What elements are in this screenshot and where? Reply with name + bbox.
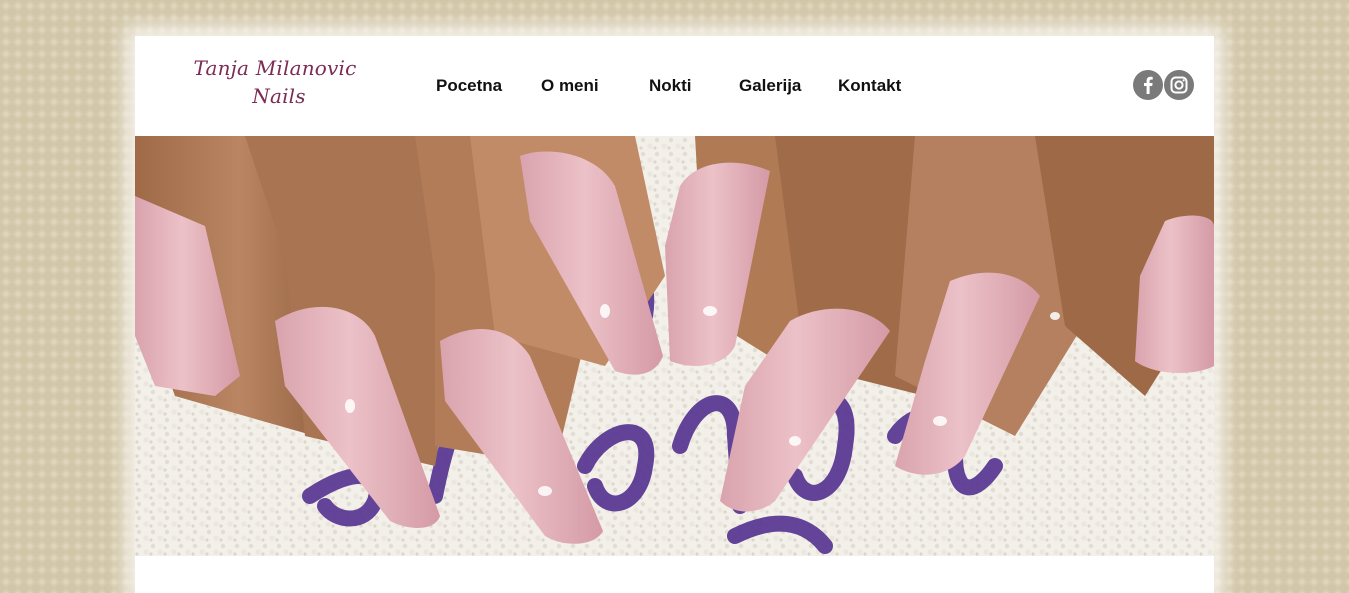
- facebook-icon: [1144, 76, 1153, 94]
- content-area: [135, 556, 1214, 593]
- main-nav: Pocetna O meni Nokti Galerija Kontakt: [435, 36, 928, 136]
- nav-item-kontakt[interactable]: Kontakt: [838, 76, 928, 96]
- hero-photo: [135, 136, 1214, 556]
- nav-item-pocetna[interactable]: Pocetna: [435, 76, 541, 96]
- page-container: Tanja Milanovic Nails Pocetna O meni Nok…: [135, 36, 1214, 593]
- facebook-button[interactable]: [1133, 70, 1163, 100]
- site-logo[interactable]: Tanja Milanovic Nails: [175, 54, 375, 110]
- nav-item-o-meni[interactable]: O meni: [541, 76, 649, 96]
- hero-image: [135, 136, 1214, 556]
- nav-item-nokti[interactable]: Nokti: [649, 76, 739, 96]
- site-header: Tanja Milanovic Nails Pocetna O meni Nok…: [135, 36, 1214, 136]
- nav-item-galerija[interactable]: Galerija: [739, 76, 838, 96]
- logo-line-2: Nails: [252, 84, 306, 108]
- logo-line-1: Tanja Milanovic: [193, 56, 357, 80]
- instagram-icon: [1170, 76, 1188, 94]
- instagram-button[interactable]: [1164, 70, 1194, 100]
- social-links: [1133, 70, 1194, 100]
